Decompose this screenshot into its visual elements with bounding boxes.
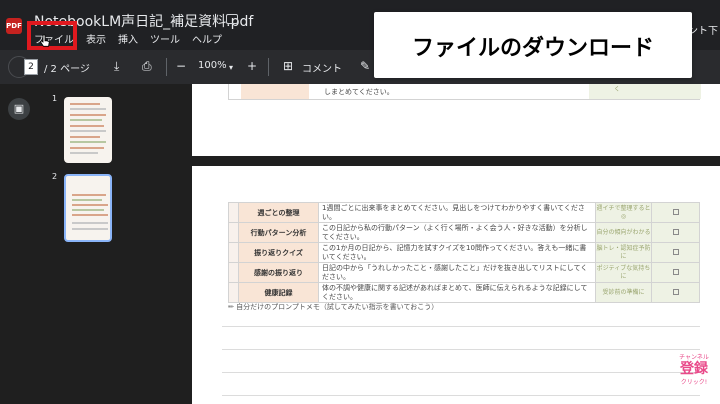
checkbox-cell xyxy=(651,242,700,263)
note-cell-fragment: く xyxy=(589,84,645,99)
table-cell-fragment: しまとめてください。 xyxy=(324,88,394,96)
prompt-table: 週ごとの整理 1週間ごとに出来事をまとめてください。見出しをつけてわかりやすく書い… xyxy=(228,202,700,303)
checkbox-cell xyxy=(651,282,700,303)
download-icon[interactable]: ⤓ xyxy=(114,59,119,73)
menu-insert[interactable]: 挿入 xyxy=(118,31,138,46)
checkbox-cell xyxy=(651,262,700,283)
note-cell: 週イチで整理すると◎ xyxy=(595,202,652,223)
caption-callout: ファイルのダウンロード xyxy=(374,12,692,78)
move-to-folder-icon[interactable] xyxy=(226,14,238,24)
pdf-app-icon: PDF xyxy=(6,18,22,34)
file-menu-highlight xyxy=(27,21,77,50)
table-row: 健康記録 体の不調や健康に関する記述があればまとめて、医師に伝えられるような記録に… xyxy=(228,282,700,303)
header-right-text: ント下 xyxy=(688,26,718,37)
zoom-in-icon[interactable]: + xyxy=(247,59,257,73)
subscribe-badge[interactable]: チャンネル 登録 クリック! xyxy=(672,352,716,398)
page-total-label: / 2 ページ xyxy=(44,64,90,75)
description-cell: 日記の中から「うれしかったこと・感謝したこと」だけを抜き出してリストにしてくださ… xyxy=(318,262,596,283)
row-marker xyxy=(228,222,239,243)
checkbox-cell xyxy=(651,222,700,243)
thumbnail-number: 1 xyxy=(52,94,58,103)
pdf-page-1: しまとめてください。 く xyxy=(192,84,720,156)
checkbox[interactable] xyxy=(672,208,679,215)
pdf-page-2: 週ごとの整理 1週間ごとに出来事をまとめてください。見出しをつけてわかりやすく書い… xyxy=(192,166,720,404)
description-cell: 体の不調や健康に関する記述があればまとめて、医師に伝えられるような記録にしてくだ… xyxy=(318,282,596,303)
checkbox[interactable] xyxy=(672,248,679,255)
zoom-dropdown-icon[interactable]: ▾ xyxy=(229,61,233,75)
print-icon[interactable]: ⎙ xyxy=(142,59,152,73)
document-viewer[interactable]: しまとめてください。 く 週ごとの整理 1週間ごとに出来事をまとめてください。見出… xyxy=(192,84,720,404)
table-row: しまとめてください。 く xyxy=(228,84,701,100)
page-number-input[interactable]: 2 xyxy=(24,59,38,75)
memo-line xyxy=(222,372,700,373)
row-marker xyxy=(228,282,239,303)
draw-icon[interactable]: ✎ xyxy=(360,59,370,73)
menu-view[interactable]: 表示 xyxy=(86,31,106,46)
row-marker xyxy=(228,202,239,223)
subscribe-bottom-text: クリック! xyxy=(680,379,708,386)
category-cell: 振り返りクイズ xyxy=(238,242,319,263)
thumbnail-sidebar: ▣ 1 2 xyxy=(0,84,192,404)
row-marker xyxy=(228,242,239,263)
checkbox-cell xyxy=(651,202,700,223)
table-row: 振り返りクイズ この1か月の日記から、記憶力を試すクイズを10問作ってください。答… xyxy=(228,242,700,263)
zoom-level[interactable]: 100% xyxy=(198,60,227,71)
table-row: 感謝の振り返り 日記の中から「うれしかったこと・感謝したこと」だけを抜き出してリス… xyxy=(228,262,700,283)
menu-tools[interactable]: ツール xyxy=(150,31,180,46)
memo-line xyxy=(222,349,700,350)
checkbox[interactable] xyxy=(672,228,679,235)
category-cell: 感謝の振り返り xyxy=(238,262,319,283)
toolbar-divider xyxy=(268,58,269,76)
note-cell: 受診前の準備に xyxy=(595,282,652,303)
checkbox[interactable] xyxy=(672,268,679,275)
app-window: PDF NotebookLM声日記_補足資料.pdf ファイル 表示 挿入 ツー… xyxy=(0,0,720,404)
zoom-out-icon[interactable]: − xyxy=(176,59,186,73)
subscribe-top-text: チャンネル xyxy=(679,354,709,361)
toolbar-divider xyxy=(166,58,167,76)
image-icon[interactable]: ▣ xyxy=(8,98,30,120)
description-cell: この日記から私の行動パターン（よく行く場所・よく会う人・好きな活動）を分析してく… xyxy=(318,222,596,243)
page-thumbnail-2[interactable] xyxy=(64,174,112,242)
hand-cursor-icon xyxy=(40,34,50,47)
menu-help[interactable]: ヘルプ xyxy=(192,31,222,46)
note-cell: 脳トレ・認知症予防に xyxy=(595,242,652,263)
category-cell: 健康記録 xyxy=(238,282,319,303)
caption-text: ファイルのダウンロード xyxy=(411,36,654,61)
description-cell: 1週間ごとに出来事をまとめてください。見出しをつけてわかりやすく書いてください。 xyxy=(318,202,596,223)
page-thumbnail-1[interactable] xyxy=(64,97,112,163)
thumbnail-number: 2 xyxy=(52,172,58,181)
prompt-memo-heading: ✏ 自分だけのプロンプトメモ（試してみたい指示を書いておこう） xyxy=(228,303,439,311)
note-cell: ポジティブな気持ちに xyxy=(595,262,652,283)
comment-icon[interactable]: ⊞ xyxy=(283,59,293,73)
table-row: 週ごとの整理 1週間ごとに出来事をまとめてください。見出しをつけてわかりやすく書い… xyxy=(228,202,700,223)
checkbox[interactable] xyxy=(672,288,679,295)
comment-button-label[interactable]: コメント xyxy=(302,60,342,75)
category-cell: 週ごとの整理 xyxy=(238,202,319,223)
row-marker xyxy=(228,262,239,283)
note-cell: 自分の傾向がわかる xyxy=(595,222,652,243)
category-cell: 行動パターン分析 xyxy=(238,222,319,243)
table-row: 行動パターン分析 この日記から私の行動パターン（よく行く場所・よく会う人・好きな活… xyxy=(228,222,700,243)
memo-line xyxy=(222,395,700,396)
memo-line xyxy=(222,326,700,327)
subscribe-main-text: 登録 xyxy=(680,361,708,377)
description-cell: この1か月の日記から、記憶力を試すクイズを10問作ってください。答えも一緒に書い… xyxy=(318,242,596,263)
